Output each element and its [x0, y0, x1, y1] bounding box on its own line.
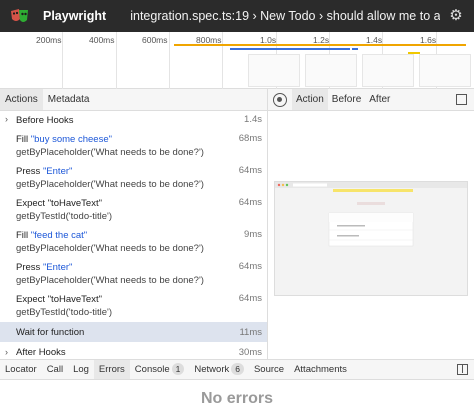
action-item[interactable]: Press "Enter" 64ms getByPlaceholder('Wha…: [0, 162, 267, 194]
timeline-tick: [169, 32, 170, 89]
tab-errors[interactable]: Errors: [93, 360, 130, 379]
tab-actions[interactable]: Actions: [0, 89, 43, 110]
network-count-badge: 6: [231, 363, 244, 375]
popout-icon[interactable]: [456, 94, 467, 105]
action-item[interactable]: Expect "toHaveText" 64ms getByTestId('to…: [0, 290, 267, 322]
tab-before[interactable]: Before: [328, 89, 365, 110]
tab-console[interactable]: Console 1: [130, 360, 190, 379]
errors-empty-message: No errors: [200, 390, 274, 407]
tab-metadata[interactable]: Metadata: [43, 89, 95, 110]
tab-network-label: Network: [194, 364, 230, 375]
tab-source[interactable]: Source: [249, 360, 289, 379]
tab-attachments[interactable]: Attachments: [289, 360, 352, 379]
page-snapshot[interactable]: [274, 181, 468, 296]
title-bar: Playwright integration.spec.ts:19 › New …: [0, 0, 474, 32]
action-arg: "buy some cheese": [30, 134, 112, 145]
action-locator: getByTestId('todo-title'): [16, 211, 113, 222]
timeline-tick-label: 200ms: [36, 35, 62, 45]
action-locator: getByPlaceholder('What needs to be done?…: [16, 147, 204, 158]
action-duration: 64ms: [238, 293, 262, 304]
action-item[interactable]: Press "Enter" 64ms getByPlaceholder('Wha…: [0, 258, 267, 290]
snapshot-panel: Action Before After: [268, 89, 474, 359]
timeline-tick-label: 600ms: [142, 35, 168, 45]
breadcrumb: integration.spec.ts:19 › New Todo › shou…: [130, 9, 440, 23]
action-duration: 11ms: [239, 327, 262, 338]
timeline-screenshot[interactable]: [362, 54, 414, 87]
action-arg: "feed the cat": [30, 230, 88, 241]
chevron-right-icon[interactable]: ›: [5, 113, 8, 126]
action-duration: 68ms: [238, 133, 262, 144]
tab-network[interactable]: Network 6: [189, 360, 249, 379]
action-locator: getByTestId('todo-title'): [16, 307, 113, 318]
action-verb: Expect: [16, 294, 46, 305]
action-locator: getByPlaceholder('What needs to be done?…: [16, 243, 204, 254]
action-verb: Fill: [16, 134, 29, 145]
timeline-bar-hooks: [174, 44, 466, 46]
action-arg: "Enter": [42, 166, 73, 177]
tab-action[interactable]: Action: [292, 89, 328, 110]
action-locator: getByPlaceholder('What needs to be done?…: [16, 275, 204, 286]
action-arg: "toHaveText": [47, 198, 102, 209]
timeline-screenshot[interactable]: [248, 54, 300, 87]
action-list: › Before Hooks 1.4s Fill "buy some chees…: [0, 111, 267, 362]
action-duration: 64ms: [238, 197, 262, 208]
tab-after[interactable]: After: [365, 89, 394, 110]
timeline-tick: [116, 32, 117, 89]
actions-panel: Actions Metadata › Before Hooks 1.4s Fil…: [0, 89, 268, 359]
action-duration: 9ms: [244, 229, 262, 240]
timeline-tick-label: 400ms: [89, 35, 115, 45]
action-arg: "toHaveText": [47, 294, 102, 305]
action-locator: getByPlaceholder('What needs to be done?…: [16, 179, 204, 190]
tab-locator[interactable]: Locator: [0, 360, 42, 379]
target-icon[interactable]: [273, 92, 287, 107]
gear-icon[interactable]: ⚙: [448, 8, 464, 24]
action-item-selected[interactable]: Wait for function 11ms: [0, 322, 267, 342]
action-item[interactable]: Expect "toHaveText" 64ms getByTestId('to…: [0, 194, 267, 226]
action-duration: 1.4s: [244, 114, 262, 125]
details-panel: Locator Call Log Errors Console 1 Network…: [0, 359, 474, 413]
timeline-bar-actions: [352, 48, 358, 50]
action-item-before-hooks[interactable]: › Before Hooks 1.4s: [0, 111, 267, 130]
action-arg: "Enter": [42, 262, 73, 273]
action-title: Before Hooks: [16, 115, 74, 126]
action-duration: 64ms: [238, 261, 262, 272]
split-layout-icon[interactable]: [457, 364, 468, 375]
action-duration: 64ms: [238, 165, 262, 176]
timeline[interactable]: 200ms 400ms 600ms 800ms 1.0s 1.2s 1.4s 1…: [0, 32, 474, 89]
timeline-screenshot[interactable]: [305, 54, 357, 87]
chevron-right-icon[interactable]: ›: [5, 346, 8, 359]
console-count-badge: 1: [171, 363, 185, 375]
action-verb: Press: [16, 262, 41, 273]
left-tab-bar: Actions Metadata: [0, 89, 267, 111]
details-tab-bar: Locator Call Log Errors Console 1 Network…: [0, 360, 474, 380]
timeline-tick: [62, 32, 63, 89]
action-duration: 30ms: [238, 347, 262, 358]
action-item[interactable]: Fill "buy some cheese" 68ms getByPlaceho…: [0, 130, 267, 162]
action-verb: Press: [16, 166, 41, 177]
action-verb: Expect: [16, 198, 46, 209]
trace-viewer: Playwright integration.spec.ts:19 › New …: [0, 0, 474, 413]
snapshot-preview: [275, 182, 467, 247]
tab-console-label: Console: [134, 364, 170, 375]
timeline-bar-actions: [230, 48, 350, 50]
tab-log[interactable]: Log: [68, 360, 94, 379]
action-verb: Fill: [16, 230, 29, 241]
app-name: Playwright: [43, 9, 107, 23]
snapshot-tab-bar: Action Before After: [268, 89, 474, 111]
action-item[interactable]: Fill "feed the cat" 9ms getByPlaceholder…: [0, 226, 267, 258]
action-verb: Wait for function: [16, 327, 85, 338]
tab-call[interactable]: Call: [42, 360, 68, 379]
timeline-tick: [222, 32, 223, 89]
action-title: After Hooks: [16, 347, 66, 358]
timeline-screenshot[interactable]: [419, 54, 471, 87]
playwright-masks-icon: [9, 7, 31, 25]
